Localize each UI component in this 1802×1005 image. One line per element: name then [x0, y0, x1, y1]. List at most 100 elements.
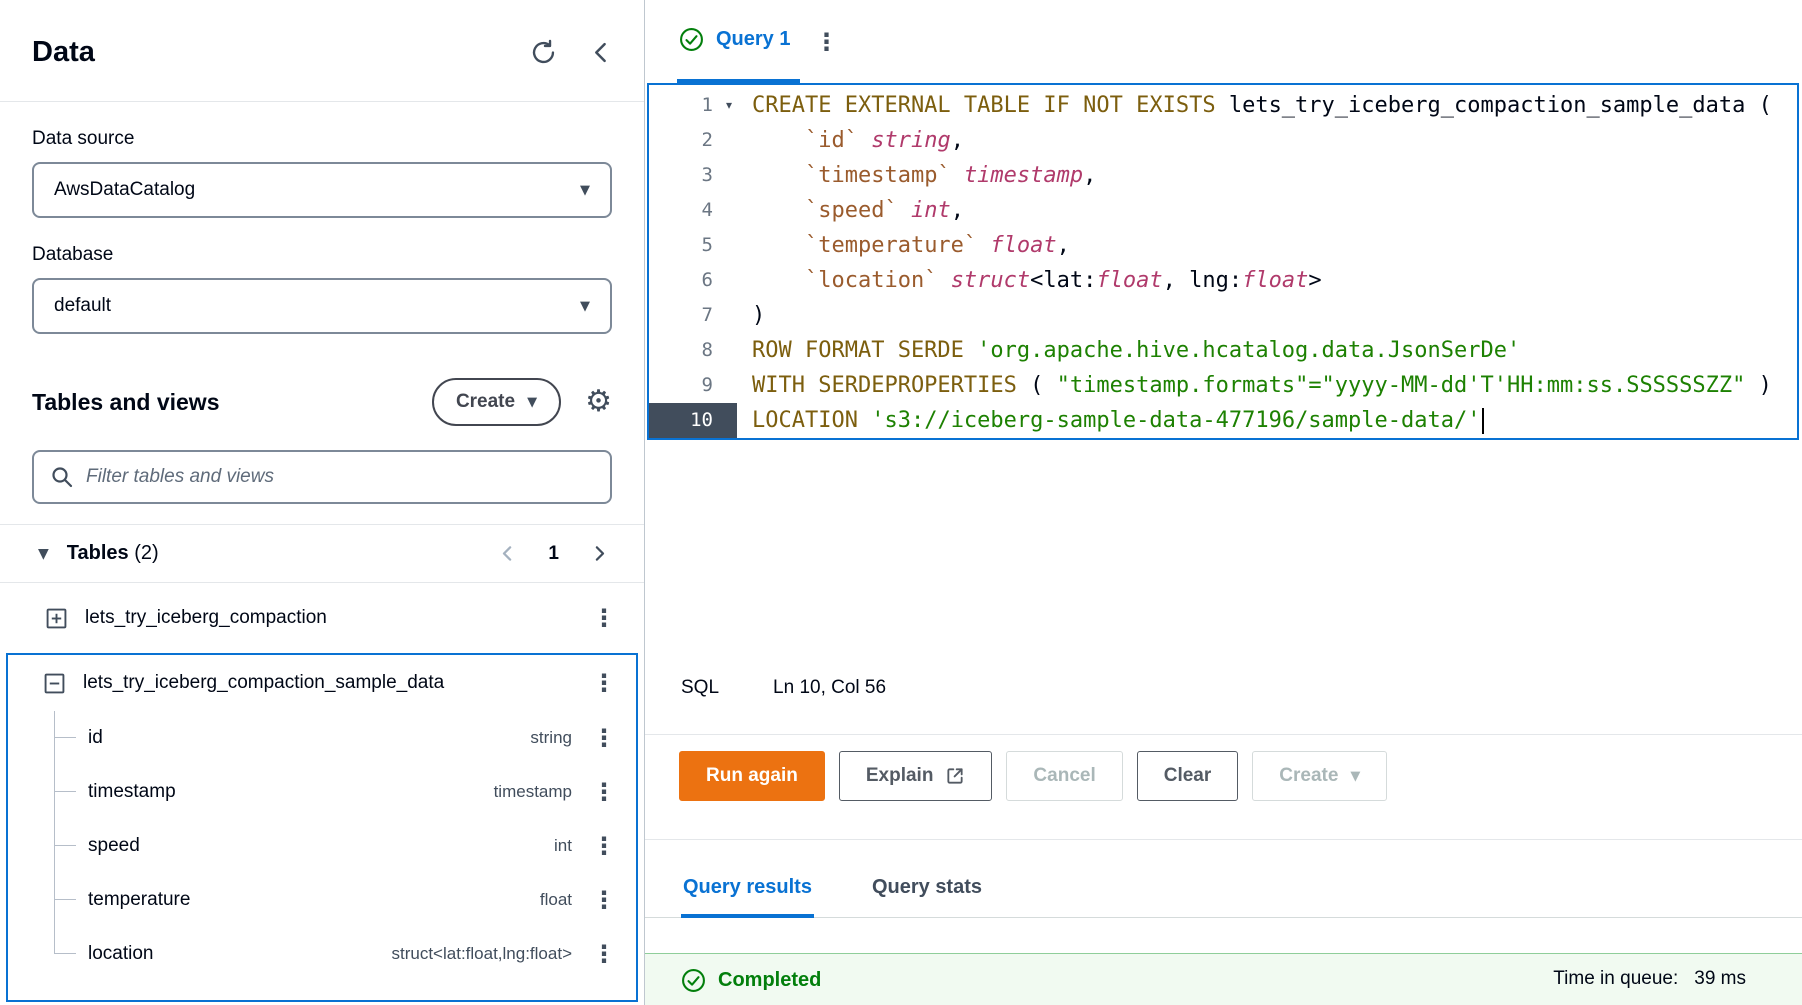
sidebar-header-actions	[530, 39, 614, 66]
code-line: `id` string,	[737, 123, 964, 158]
data-source-select[interactable]: AwsDataCatalog ▼	[32, 162, 612, 218]
column-list: id string ⋮ timestamp timestamp ⋮ speed …	[54, 711, 636, 981]
editor-line-4[interactable]: 4 `speed` int,	[649, 193, 1797, 228]
line-number: 8	[649, 333, 737, 368]
time-in-queue: Time in queue: 39 ms	[1553, 968, 1746, 990]
query-tab-bar: Query 1 ⋮	[645, 0, 1802, 83]
create-dropdown-button[interactable]: Create ▼	[1252, 751, 1387, 801]
editor-line-3[interactable]: 3 `timestamp` timestamp,	[649, 158, 1797, 193]
column-name: timestamp	[88, 781, 494, 803]
editor-line-8[interactable]: 8ROW FORMAT SERDE 'org.apache.hive.hcata…	[649, 333, 1797, 368]
line-number: 10	[649, 403, 737, 438]
code-line: )	[737, 298, 765, 333]
query-tab-menu-button[interactable]: ⋮	[810, 30, 842, 54]
pagination-prev-icon[interactable]	[497, 543, 518, 564]
column-row-id: id string ⋮	[54, 711, 636, 765]
column-name: id	[88, 727, 530, 749]
column-menu-button[interactable]: ⋮	[588, 780, 620, 804]
expand-plus-icon[interactable]	[46, 608, 67, 629]
column-name: location	[88, 943, 392, 965]
selected-table-group: lets_try_iceberg_compaction_sample_data …	[6, 653, 638, 1002]
tables-label: Tables	[67, 542, 129, 564]
code-line: `temperature` float,	[737, 228, 1070, 263]
column-type: int	[554, 836, 572, 856]
fold-icon[interactable]: ▾	[726, 88, 732, 123]
column-menu-button[interactable]: ⋮	[588, 726, 620, 750]
column-row-temperature: temperature float ⋮	[54, 873, 636, 927]
tables-collapse-icon[interactable]: ▼	[38, 546, 49, 562]
column-menu-button[interactable]: ⋮	[588, 834, 620, 858]
sidebar-header: Data	[0, 0, 644, 102]
refresh-button[interactable]	[530, 39, 557, 66]
code-line: `speed` int,	[737, 193, 964, 228]
run-again-button[interactable]: Run again	[679, 751, 825, 801]
table-row-sample-data[interactable]: lets_try_iceberg_compaction_sample_data …	[8, 655, 636, 711]
caret-down-icon: ▼	[527, 395, 537, 410]
data-panel-title: Data	[32, 36, 95, 69]
queue-label: Time in queue:	[1553, 968, 1678, 990]
column-menu-button[interactable]: ⋮	[588, 888, 620, 912]
table-row-compaction[interactable]: lets_try_iceberg_compaction ⋮	[0, 583, 644, 653]
collapse-minus-icon[interactable]	[44, 673, 65, 694]
column-name: speed	[88, 835, 554, 857]
line-number: 4	[649, 193, 737, 228]
editor-line-9[interactable]: 9WITH SERDEPROPERTIES ( "timestamp.forma…	[649, 368, 1797, 403]
tables-section-title: Tables (2)	[67, 542, 498, 565]
query-panel: Query 1 ⋮ 1▾CREATE EXTERNAL TABLE IF NOT…	[645, 0, 1802, 1005]
external-link-icon	[945, 766, 965, 786]
cancel-button[interactable]: Cancel	[1006, 751, 1122, 801]
editor-line-2[interactable]: 2 `id` string,	[649, 123, 1797, 158]
tab-query-stats[interactable]: Query stats	[870, 860, 984, 917]
line-number: 5	[649, 228, 737, 263]
editor-line-5[interactable]: 5 `temperature` float,	[649, 228, 1797, 263]
column-row-timestamp: timestamp timestamp ⋮	[54, 765, 636, 819]
editor-language: SQL	[681, 677, 719, 699]
clear-button[interactable]: Clear	[1137, 751, 1239, 801]
code-line: WITH SERDEPROPERTIES ( "timestamp.format…	[737, 368, 1772, 403]
column-name: temperature	[88, 889, 540, 911]
results-tab-bar: Query results Query stats	[645, 860, 1802, 918]
code-line: `timestamp` timestamp,	[737, 158, 1096, 193]
code-line: ROW FORMAT SERDE 'org.apache.hive.hcatal…	[737, 333, 1520, 368]
query-status: Completed	[681, 968, 821, 993]
settings-button[interactable]: ⚙	[585, 387, 612, 417]
editor-line-10[interactable]: 10LOCATION 's3://iceberg-sample-data-477…	[649, 403, 1797, 438]
column-row-location: location struct<lat:float,lng:float> ⋮	[54, 927, 636, 981]
tables-pagination: 1	[497, 543, 610, 565]
column-type: struct<lat:float,lng:float>	[392, 944, 573, 964]
search-icon	[50, 465, 74, 489]
editor-line-1[interactable]: 1▾CREATE EXTERNAL TABLE IF NOT EXISTS le…	[649, 88, 1797, 123]
line-number: 3	[649, 158, 737, 193]
database-label: Database	[32, 244, 612, 266]
create-label: Create	[1279, 765, 1338, 787]
caret-down-icon: ▼	[1350, 769, 1360, 784]
column-menu-button[interactable]: ⋮	[588, 942, 620, 966]
filter-tables-input[interactable]	[86, 466, 594, 488]
line-number: 2	[649, 123, 737, 158]
sql-editor[interactable]: 1▾CREATE EXTERNAL TABLE IF NOT EXISTS le…	[647, 83, 1799, 440]
table-menu-button[interactable]: ⋮	[588, 606, 620, 630]
create-table-button[interactable]: Create ▼	[432, 378, 561, 426]
line-number: 9	[649, 368, 737, 403]
query-actions: Run again Explain Cancel Clear Create ▼	[645, 751, 1802, 801]
code-line: `location` struct<lat:float, lng:float>	[737, 263, 1322, 298]
gear-icon: ⚙	[585, 387, 612, 417]
data-source-value: AwsDataCatalog	[54, 179, 195, 201]
explain-button[interactable]: Explain	[839, 751, 993, 801]
tab-query-1[interactable]: Query 1	[677, 0, 800, 83]
divider	[645, 734, 1802, 735]
data-sidebar: Data Data source AwsDataCatalog ▼ Databa…	[0, 0, 645, 1005]
chevron-left-icon	[589, 40, 614, 65]
table-menu-button[interactable]: ⋮	[588, 671, 620, 695]
tab-query-results[interactable]: Query results	[681, 860, 814, 917]
editor-line-6[interactable]: 6 `location` struct<lat:float, lng:float…	[649, 263, 1797, 298]
collapse-panel-button[interactable]	[589, 40, 614, 65]
database-select[interactable]: default ▼	[32, 278, 612, 334]
pagination-next-icon[interactable]	[589, 543, 610, 564]
line-number: 7	[649, 298, 737, 333]
status-label: Completed	[718, 969, 821, 992]
check-circle-icon	[681, 968, 706, 993]
tables-section-header: ▼ Tables (2) 1	[0, 525, 644, 583]
editor-line-7[interactable]: 7)	[649, 298, 1797, 333]
sidebar-controls: Data source AwsDataCatalog ▼ Database de…	[0, 102, 644, 504]
